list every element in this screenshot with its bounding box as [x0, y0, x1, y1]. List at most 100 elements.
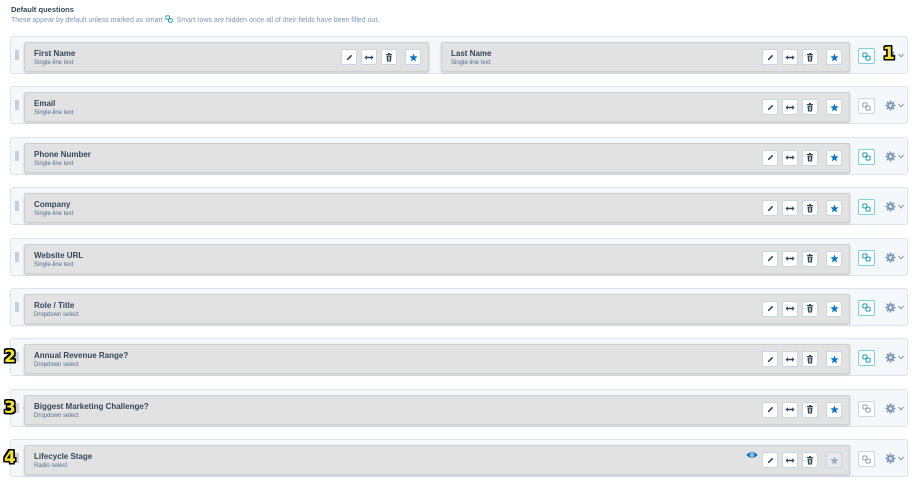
gear-icon[interactable]: [885, 302, 896, 313]
drag-handle-icon[interactable]: [15, 100, 19, 111]
required-toggle-button[interactable]: [826, 99, 842, 116]
required-toggle-button[interactable]: [405, 49, 421, 65]
toggle-width-button[interactable]: [782, 149, 798, 166]
form-field[interactable]: Role / Title Dropdown select: [24, 293, 850, 324]
star-icon: [829, 52, 839, 61]
pencil-icon: [767, 356, 773, 363]
gear-icon[interactable]: [885, 201, 896, 212]
form-field[interactable]: First Name Single-line text: [24, 42, 429, 72]
gear-icon[interactable]: [885, 403, 896, 414]
required-toggle-button[interactable]: [826, 200, 842, 217]
chevron-down-icon[interactable]: [898, 204, 904, 209]
form-field[interactable]: Company Single-line text: [24, 193, 850, 224]
edit-field-button[interactable]: [762, 200, 778, 217]
smart-rule-button[interactable]: [858, 199, 875, 216]
edit-field-button[interactable]: [762, 401, 778, 418]
question-row: Company Single-line text: [10, 187, 908, 226]
form-field[interactable]: Website URL Single-line text: [24, 243, 850, 274]
chevron-down-icon[interactable]: [898, 456, 904, 461]
edit-field-button[interactable]: [762, 49, 778, 65]
question-row: Annual Revenue Range? Dropdown select 2: [4, 338, 908, 377]
smart-rule-button[interactable]: [858, 299, 875, 316]
required-toggle-button[interactable]: [826, 401, 842, 418]
gear-icon[interactable]: [885, 252, 896, 263]
delete-field-button[interactable]: [802, 200, 818, 217]
field-label: Biggest Marketing Challenge?: [34, 401, 149, 411]
toggle-width-button[interactable]: [782, 200, 798, 217]
delete-field-button[interactable]: [381, 49, 397, 65]
chevron-down-icon[interactable]: [898, 406, 904, 411]
toggle-width-button[interactable]: [782, 49, 798, 65]
form-field[interactable]: Biggest Marketing Challenge? Dropdown sel…: [24, 394, 850, 425]
delete-field-button[interactable]: [802, 99, 818, 116]
gear-icon[interactable]: [885, 151, 896, 162]
smart-link-icon: [862, 455, 871, 464]
gear-icon[interactable]: [885, 453, 896, 464]
field-type: Dropdown select: [34, 412, 79, 419]
form-field[interactable]: Annual Revenue Range? Dropdown select: [24, 344, 850, 375]
drag-handle-icon[interactable]: [15, 251, 19, 262]
toggle-width-button[interactable]: [361, 49, 377, 65]
question-row: Phone Number Single-line text: [10, 136, 908, 175]
required-toggle-button[interactable]: [826, 300, 842, 317]
chevron-down-icon[interactable]: [898, 53, 904, 58]
smart-link-icon: [862, 152, 871, 161]
toggle-width-button[interactable]: [782, 351, 798, 368]
toggle-width-button[interactable]: [782, 99, 798, 116]
drag-handle-icon[interactable]: [15, 301, 19, 312]
field-label: Annual Revenue Range?: [34, 351, 129, 361]
gear-icon[interactable]: [885, 100, 896, 111]
required-toggle-button[interactable]: [826, 149, 842, 166]
smart-rule-button[interactable]: [858, 249, 875, 266]
required-toggle-button[interactable]: [826, 49, 842, 65]
form-field[interactable]: Last Name Single-line text: [441, 42, 850, 72]
chevron-down-icon[interactable]: [898, 103, 904, 108]
chevron-down-icon[interactable]: [898, 305, 904, 310]
delete-field-button[interactable]: [802, 149, 818, 166]
gear-icon[interactable]: [885, 352, 896, 363]
resize-arrows-icon: [785, 105, 795, 110]
smart-rule-button[interactable]: [858, 350, 875, 367]
drag-handle-icon[interactable]: [15, 150, 19, 161]
smart-rule-button[interactable]: [858, 48, 875, 64]
delete-field-button[interactable]: [802, 49, 818, 65]
chevron-down-icon[interactable]: [898, 255, 904, 260]
trash-icon: [807, 354, 813, 364]
pencil-icon: [767, 155, 773, 161]
edit-field-button[interactable]: [762, 250, 778, 267]
delete-field-button[interactable]: [802, 250, 818, 267]
drag-handle-icon[interactable]: [15, 50, 19, 60]
smart-link-icon: [862, 303, 871, 313]
delete-field-button[interactable]: [802, 351, 818, 368]
resize-arrows-icon: [785, 457, 795, 463]
delete-field-button[interactable]: [802, 452, 818, 469]
form-field[interactable]: Phone Number Single-line text: [24, 142, 850, 173]
form-field[interactable]: Email Single-line text: [24, 92, 850, 123]
edit-field-button[interactable]: [762, 452, 778, 469]
delete-field-button[interactable]: [802, 300, 818, 317]
trash-icon: [807, 455, 813, 465]
smart-rule-button[interactable]: [858, 98, 875, 115]
edit-field-button[interactable]: [762, 149, 778, 166]
edit-field-button[interactable]: [762, 300, 778, 317]
chevron-down-icon[interactable]: [898, 154, 904, 159]
toggle-width-button[interactable]: [782, 300, 798, 317]
required-toggle-button[interactable]: [826, 452, 842, 469]
drag-handle-icon[interactable]: [15, 201, 19, 212]
toggle-width-button[interactable]: [782, 401, 798, 418]
form-field[interactable]: Lifecycle Stage Radio select: [24, 445, 850, 476]
trash-icon: [807, 203, 813, 213]
delete-field-button[interactable]: [802, 401, 818, 418]
chevron-down-icon[interactable]: [898, 355, 904, 360]
edit-field-button[interactable]: [341, 49, 357, 65]
smart-rule-button[interactable]: [858, 400, 875, 417]
smart-rule-button[interactable]: [858, 451, 875, 468]
edit-field-button[interactable]: [762, 351, 778, 368]
required-toggle-button[interactable]: [826, 351, 842, 368]
smart-rule-button[interactable]: [858, 148, 875, 165]
toggle-width-button[interactable]: [782, 452, 798, 469]
toggle-width-button[interactable]: [782, 250, 798, 267]
required-toggle-button[interactable]: [826, 250, 842, 267]
eye-icon[interactable]: [746, 451, 758, 459]
edit-field-button[interactable]: [762, 99, 778, 116]
